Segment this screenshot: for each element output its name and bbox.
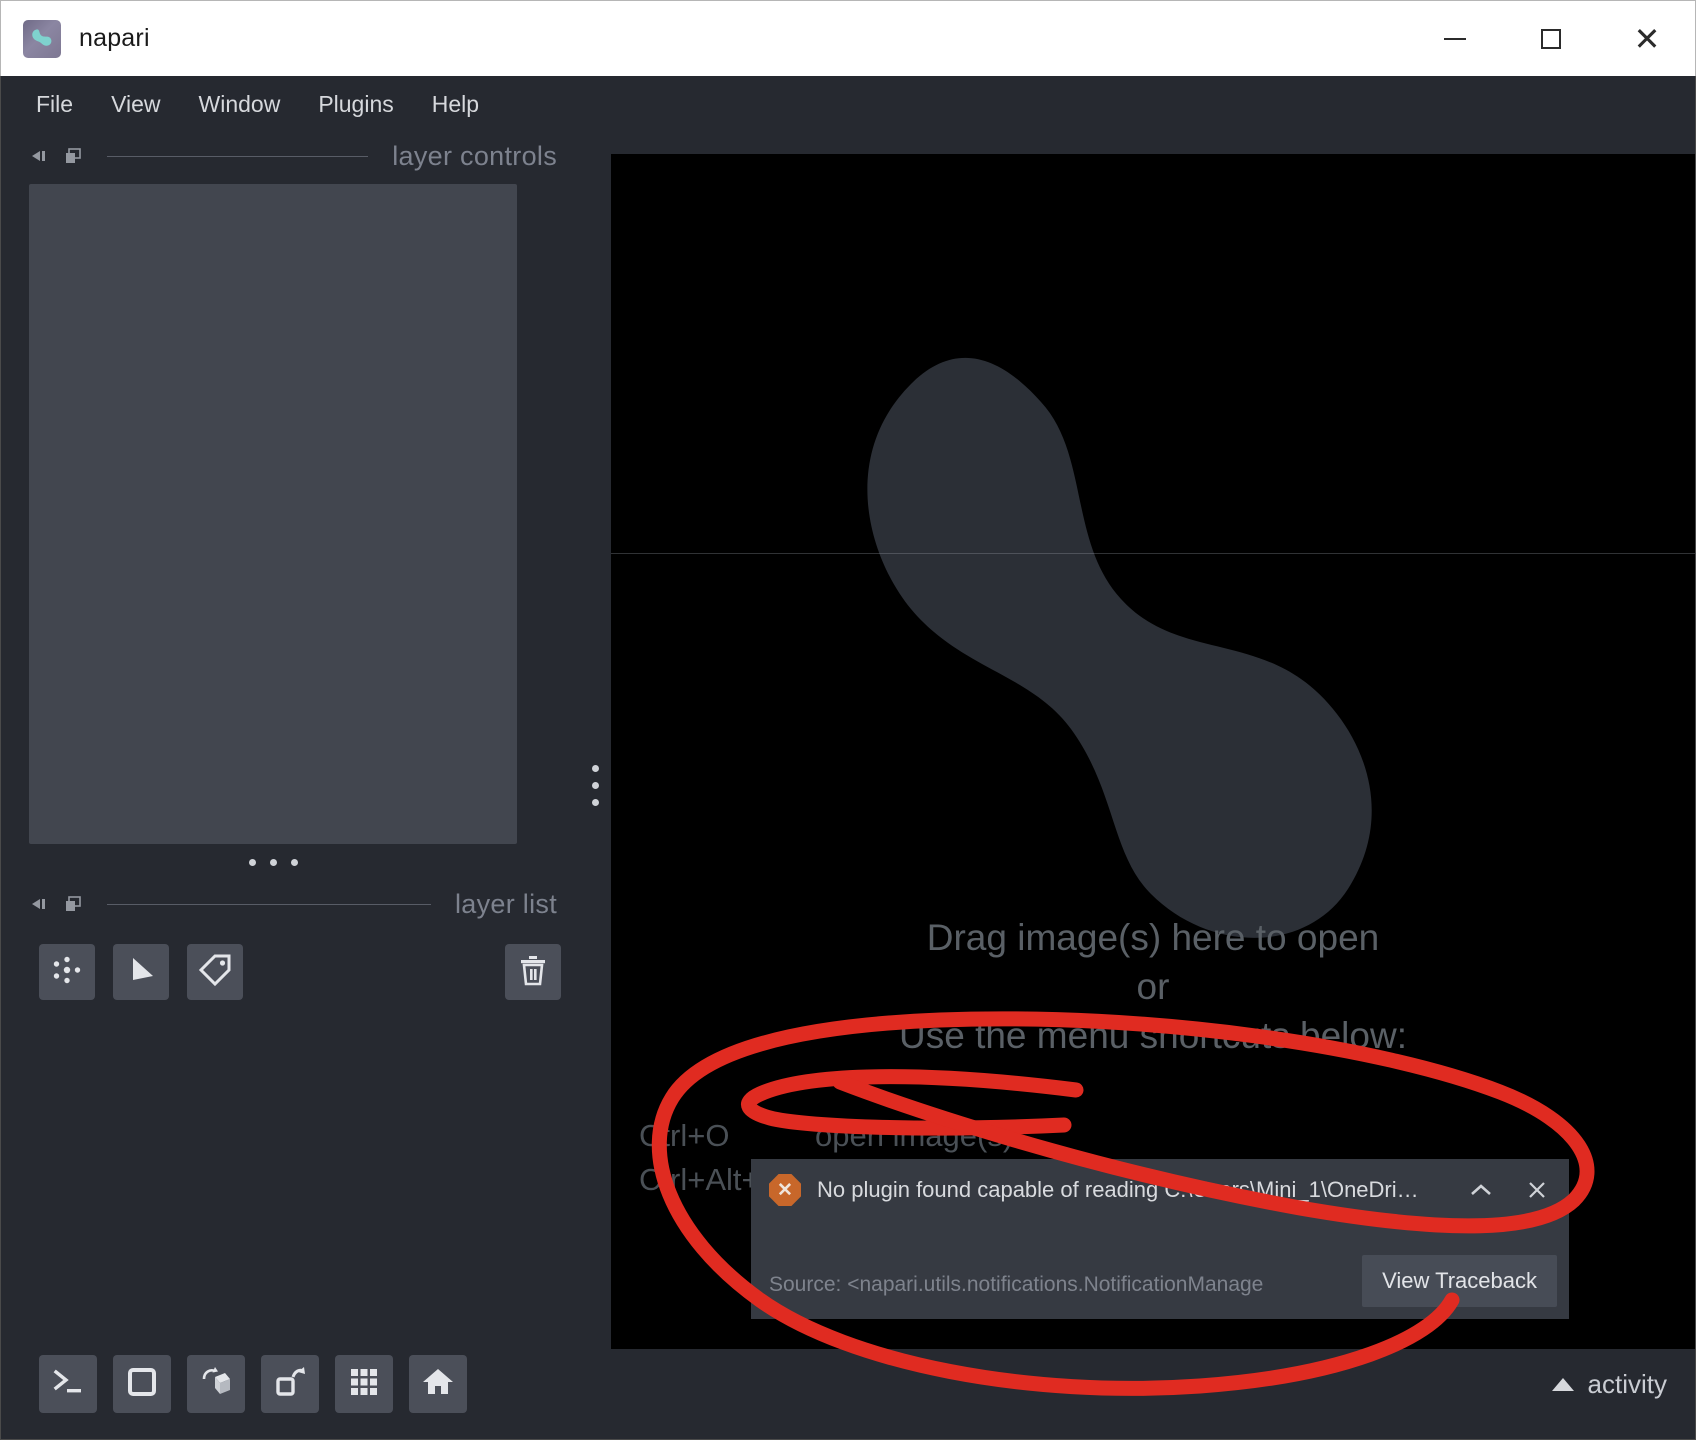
window-title: napari	[79, 24, 150, 52]
splitter-dot	[591, 765, 599, 772]
splitter-dot	[269, 858, 277, 866]
layer-buttons-row	[39, 944, 561, 1000]
horizontal-splitter-handle[interactable]	[11, 844, 535, 880]
roll-dims-button[interactable]	[187, 1355, 245, 1413]
notification-close-icon[interactable]	[1517, 1173, 1557, 1207]
undock-icon[interactable]	[63, 146, 83, 166]
close-button[interactable]: ✕	[1599, 1, 1695, 76]
notification-message: No plugin found capable of reading C:\Us…	[817, 1177, 1419, 1202]
layer-controls-title: layer controls	[392, 140, 557, 171]
shapes-icon	[125, 954, 157, 991]
grid-icon	[348, 1366, 380, 1403]
layer-list-title: layer list	[454, 888, 557, 919]
notification-footer: Source: <napari.utils.notifications.Noti…	[769, 1255, 1557, 1307]
shortcut-action: open image(s)	[815, 1118, 1014, 1153]
notification-header: ✕ No plugin found capable of reading C:\…	[769, 1173, 1557, 1207]
error-octagon-icon: ✕	[769, 1174, 801, 1206]
shortcut-key: Ctrl+O	[639, 1118, 730, 1153]
splitter-dot	[591, 782, 599, 789]
viewer-canvas[interactable]: Drag image(s) here to open or Use the me…	[611, 154, 1695, 1349]
left-dock-spacer	[11, 1000, 579, 1355]
minimize-button[interactable]	[1407, 1, 1503, 76]
dock-header-rule	[107, 903, 431, 905]
menu-file[interactable]: File	[19, 85, 90, 124]
new-points-layer-button[interactable]	[39, 944, 95, 1000]
chevron-up-icon[interactable]	[1461, 1173, 1501, 1207]
new-labels-layer-button[interactable]	[187, 944, 243, 1000]
home-icon	[421, 1365, 455, 1404]
layer-controls-content	[29, 184, 517, 844]
splitter-dot	[290, 858, 298, 866]
transpose-dims-button[interactable]	[261, 1355, 319, 1413]
napari-main-window: napari ✕ File View Window Plugins Help l…	[0, 0, 1696, 1440]
viewer-buttons-row	[39, 1355, 579, 1413]
napari-logo-icon	[23, 19, 61, 58]
activity-button[interactable]: activity	[1551, 1368, 1667, 1400]
main-body: layer controls layer list Drag image(s) …	[0, 132, 1696, 1440]
maximize-icon	[1541, 28, 1561, 49]
menu-bar: File View Window Plugins Help	[0, 76, 1696, 132]
undock-icon[interactable]	[63, 894, 83, 914]
roll-cube-icon	[199, 1365, 233, 1404]
menu-window[interactable]: Window	[182, 85, 298, 124]
grid-view-button[interactable]	[335, 1355, 393, 1413]
layer-controls-header: layer controls	[11, 132, 579, 180]
delete-layer-button[interactable]	[505, 944, 561, 1000]
dock-close-icon[interactable]	[29, 894, 49, 914]
console-button[interactable]	[39, 1355, 97, 1413]
layer-buttons-right-group	[505, 944, 561, 1000]
title-bar: napari ✕	[0, 0, 1696, 76]
dock-header-rule	[107, 155, 369, 157]
console-icon	[51, 1365, 85, 1404]
transpose-icon	[273, 1365, 307, 1404]
new-shapes-layer-button[interactable]	[113, 944, 169, 1000]
title-bar-left: napari	[1, 19, 150, 58]
menu-help[interactable]: Help	[415, 85, 496, 124]
notification-source: Source: <napari.utils.notifications.Noti…	[769, 1273, 1264, 1296]
canvas-area: Drag image(s) here to open or Use the me…	[611, 132, 1695, 1439]
menu-plugins[interactable]: Plugins	[301, 85, 410, 124]
left-dock-panel: layer controls layer list	[1, 132, 579, 1439]
activity-label: activity	[1587, 1368, 1667, 1399]
notification-toast[interactable]: ✕ No plugin found capable of reading C:\…	[751, 1159, 1569, 1319]
status-bar: activity	[611, 1349, 1695, 1419]
menu-view[interactable]: View	[94, 85, 177, 124]
view-traceback-button[interactable]: View Traceback	[1362, 1255, 1557, 1307]
shortcut-row: Ctrl+O open image(s)	[639, 1114, 1108, 1158]
labels-icon	[198, 953, 232, 992]
ndisplay-button[interactable]	[113, 1355, 171, 1413]
canvas-gridline	[611, 553, 1695, 554]
home-button[interactable]	[409, 1355, 467, 1413]
minimize-icon	[1444, 37, 1466, 40]
points-icon	[50, 953, 84, 992]
close-icon: ✕	[1633, 20, 1661, 57]
dock-close-icon[interactable]	[29, 146, 49, 166]
splitter-dot	[248, 858, 256, 866]
layer-list-header: layer list	[11, 880, 579, 928]
window-controls: ✕	[1407, 1, 1695, 76]
vertical-splitter-handle[interactable]	[579, 132, 611, 1439]
square-2d-icon	[125, 1365, 159, 1404]
trash-icon	[518, 954, 548, 991]
splitter-dot	[591, 799, 599, 806]
maximize-button[interactable]	[1503, 1, 1599, 76]
triangle-up-icon	[1551, 1377, 1574, 1391]
